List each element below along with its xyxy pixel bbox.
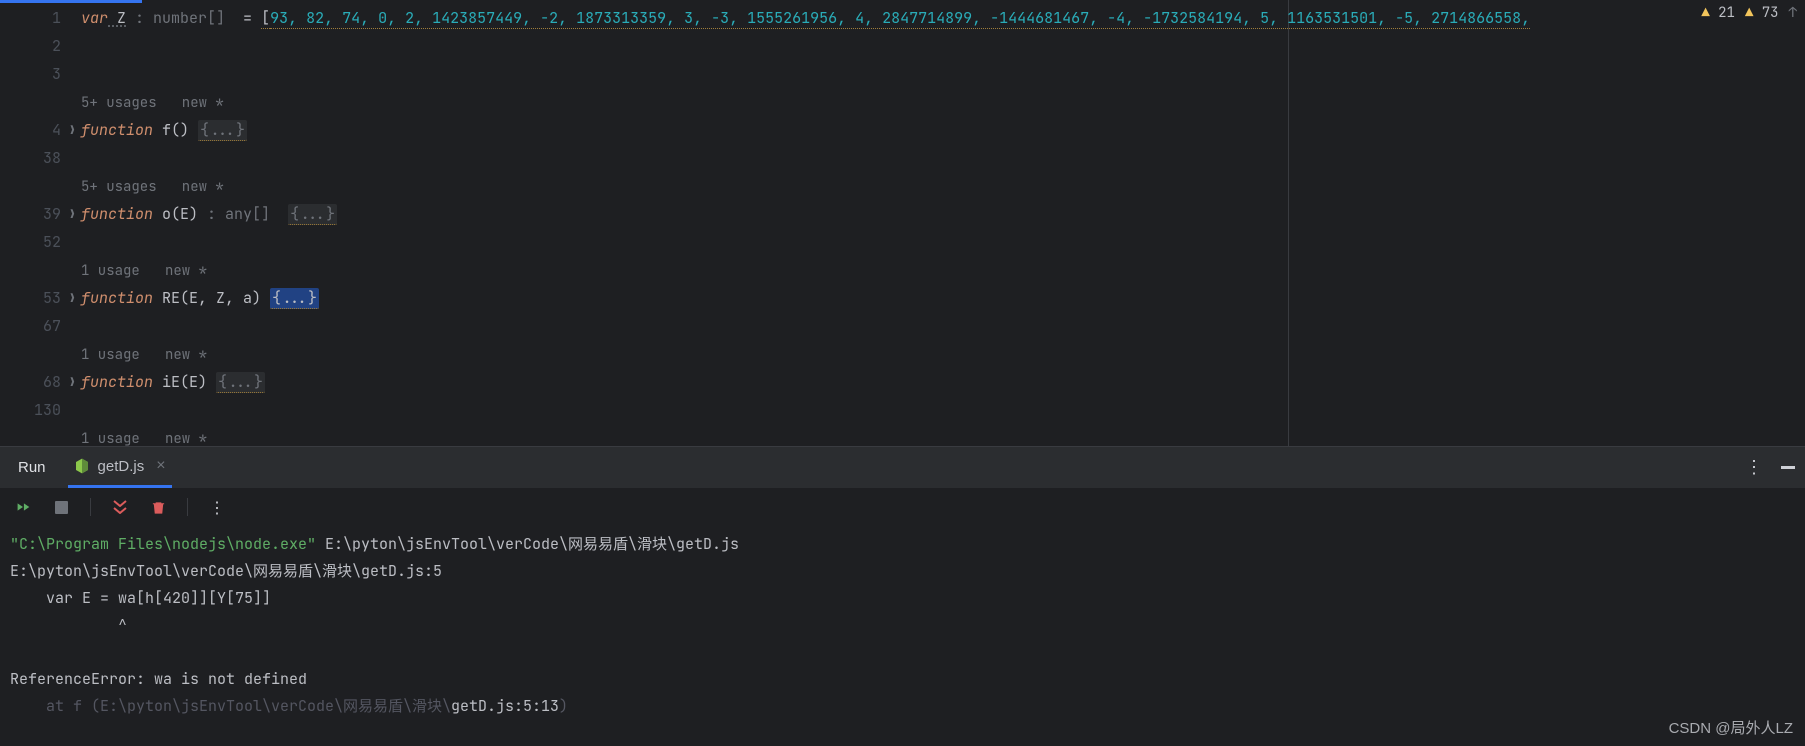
line-gutter[interactable]: 1 2 3 4❯ 38 39❯ 52 53❯ 67 68❯ 130	[0, 0, 73, 446]
run-tool-window: Run getD.js × ⋮ ⋮ "C:\Program Files\node…	[0, 446, 1805, 746]
folded-region[interactable]: {...}	[270, 288, 319, 309]
stop-icon[interactable]	[52, 498, 70, 516]
scroll-to-end-icon[interactable]	[111, 498, 129, 516]
scroll-up-icon[interactable]: ↑	[1789, 4, 1797, 22]
nodejs-icon	[74, 458, 90, 474]
folded-region[interactable]: {...}	[198, 120, 247, 141]
separator	[90, 498, 91, 516]
usage-hint[interactable]: 1 usage new *	[81, 346, 207, 364]
code-line: function iE(E) {...}	[73, 368, 1805, 396]
clear-icon[interactable]	[149, 498, 167, 516]
usage-hint[interactable]: 5+ usages new *	[81, 178, 224, 196]
rerun-icon[interactable]	[14, 498, 32, 516]
run-tab-label: getD.js	[98, 458, 145, 475]
warning-icon: ▲ 21	[1701, 4, 1735, 22]
more-icon[interactable]: ⋮	[1745, 456, 1765, 479]
folded-region[interactable]: {...}	[288, 204, 337, 225]
weak-warning-icon: ▲ 73	[1745, 4, 1779, 22]
run-header: Run getD.js × ⋮	[0, 447, 1805, 489]
usage-hint[interactable]: 1 usage new *	[81, 430, 207, 446]
minimize-icon[interactable]	[1781, 466, 1795, 469]
code-line: var Z : number[] = [93, 82, 74, 0, 2, 14…	[73, 4, 1805, 32]
code-line: function RE(E, Z, a) {...}	[73, 284, 1805, 312]
usage-hint[interactable]: 5+ usages new *	[81, 94, 224, 112]
usage-hint[interactable]: 1 usage new *	[81, 262, 207, 280]
inspection-status[interactable]: ▲ 21 ▲ 73 ↑	[1701, 4, 1797, 22]
editor-area: ▲ 21 ▲ 73 ↑ 1 2 3 4❯ 38 39❯ 52 53❯ 67 68…	[0, 0, 1805, 446]
run-tab[interactable]: getD.js ×	[68, 447, 172, 488]
more-actions-icon[interactable]: ⋮	[208, 498, 226, 516]
code-content[interactable]: var Z : number[] = [93, 82, 74, 0, 2, 14…	[73, 0, 1805, 446]
separator	[187, 498, 188, 516]
code-line: function o(E) : any[] {...}	[73, 200, 1805, 228]
close-icon[interactable]: ×	[156, 457, 165, 475]
console-output[interactable]: "C:\Program Files\nodejs\node.exe" E:\py…	[0, 525, 1805, 746]
code-line: function f() {...}	[73, 116, 1805, 144]
folded-region[interactable]: {...}	[216, 372, 265, 393]
run-title: Run	[18, 459, 46, 476]
run-toolbar: ⋮	[0, 489, 1805, 525]
watermark: CSDN @局外人LZ	[1669, 717, 1793, 738]
